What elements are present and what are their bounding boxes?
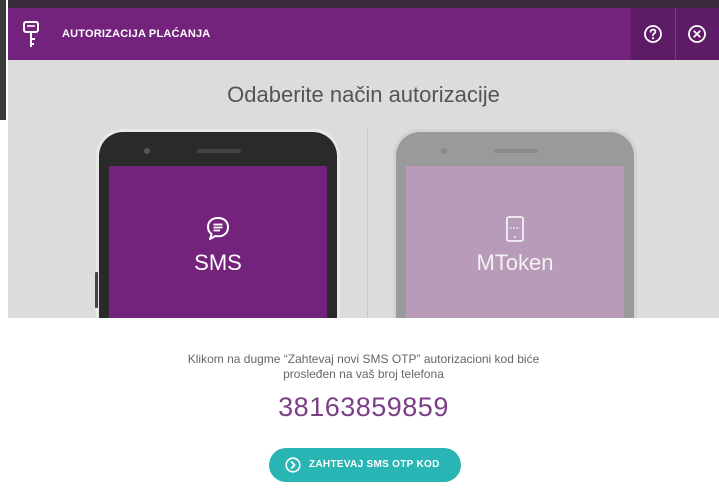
selector-heading: Odaberite način autorizacije	[227, 82, 500, 107]
help-circle-icon[interactable]	[643, 24, 663, 44]
info-line-2: prosleđen na vaš broj telefona	[283, 367, 444, 381]
phone-number: 38163859859	[278, 392, 449, 422]
method-divider	[367, 128, 368, 318]
method-label: MToken	[476, 250, 554, 275]
header-separator	[675, 8, 676, 60]
modal-title: AUTORIZACIJA PLAĆANJA	[62, 28, 211, 40]
phone-speaker	[494, 149, 538, 153]
method-selector: Odaberite način autorizacije SMS MToken	[8, 60, 719, 318]
background-edge	[0, 0, 8, 504]
method-option-mtoken[interactable]: MToken	[396, 132, 634, 318]
phone-screen: MToken	[406, 166, 624, 318]
header-actions	[631, 8, 719, 60]
close-circle-icon[interactable]	[687, 24, 707, 44]
method-option-sms[interactable]: SMS	[95, 132, 337, 318]
request-sms-otp-button[interactable]: ZAHTEVAJ SMS OTP KOD	[269, 448, 461, 482]
arrow-right-circle-icon	[285, 457, 301, 473]
info-line-1: Klikom na dugme “Zahtevaj novi SMS OTP” …	[187, 352, 540, 366]
phone-screen: SMS	[109, 166, 327, 318]
chat-bubble-icon	[207, 217, 229, 240]
phone-camera	[441, 148, 447, 154]
key-icon	[23, 21, 39, 47]
modal-header: AUTORIZACIJA PLAĆANJA	[8, 8, 719, 60]
authorization-modal: AUTORIZACIJA PLAĆANJA Odaberite način au…	[8, 8, 719, 504]
request-button-label: ZAHTEVAJ SMS OTP KOD	[309, 459, 440, 470]
method-label: SMS	[194, 250, 242, 275]
info-text: Klikom na dugme “Zahtevaj novi SMS OTP” …	[8, 352, 719, 382]
phone-speaker	[197, 149, 241, 153]
phone-camera	[144, 148, 150, 154]
background-strip	[8, 0, 719, 8]
mobile-device-icon	[506, 216, 524, 242]
